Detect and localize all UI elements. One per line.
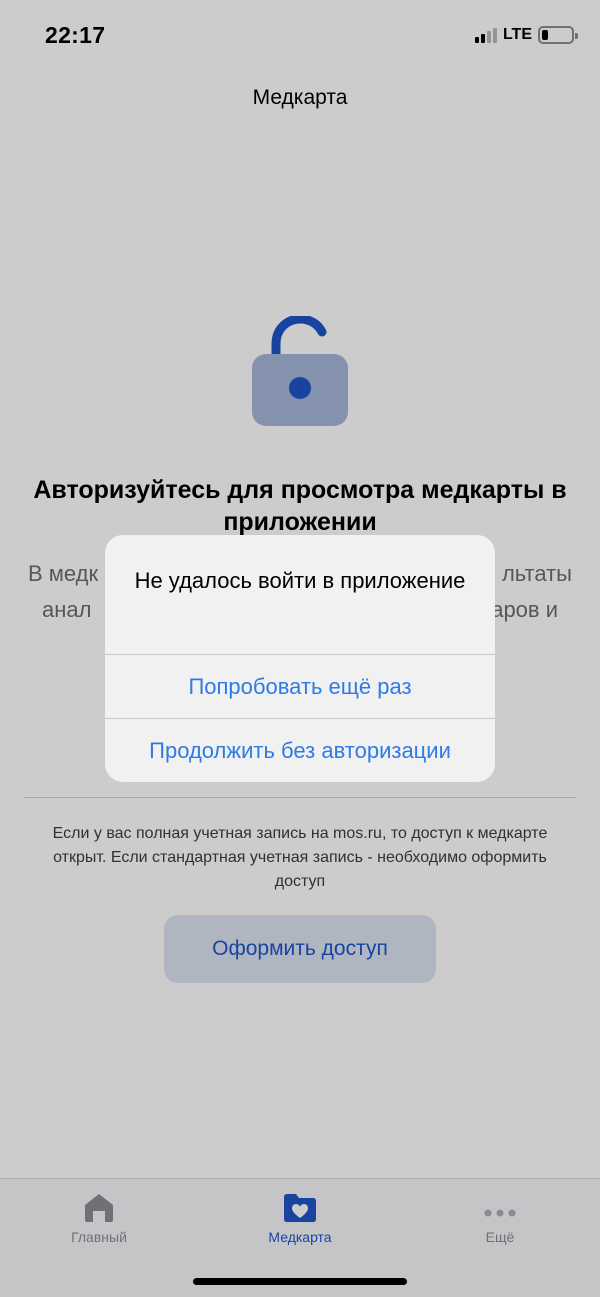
login-failed-alert: Не удалось войти в приложение Попробоват… [105,535,495,782]
retry-button[interactable]: Попробовать ещё раз [105,655,495,718]
medcard-screen: 22:17 LTE Медкарта Авторизуйтесь для про… [0,0,600,1297]
alert-title: Не удалось войти в приложение [134,568,466,593]
continue-without-auth-button[interactable]: Продолжить без авторизации [105,719,495,782]
